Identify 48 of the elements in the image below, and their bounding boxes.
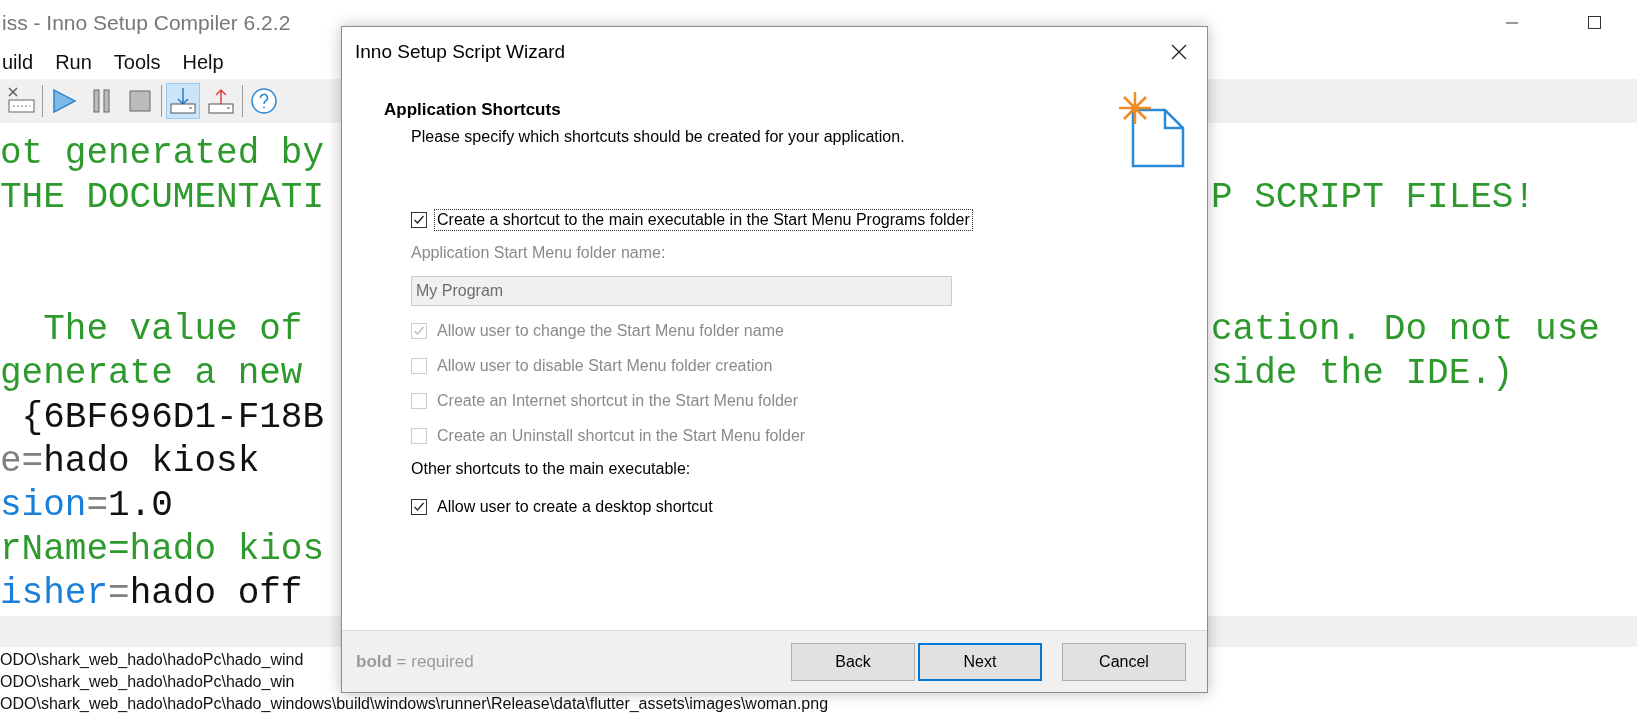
checkbox-label: Create an Uninstall shortcut in the Start Menu folder xyxy=(436,426,807,446)
page-heading: Application Shortcuts xyxy=(384,99,561,121)
checkbox-label: Allow user to disable Start Menu folder creation xyxy=(436,356,774,376)
toolbar-button[interactable] xyxy=(166,83,200,119)
checkbox[interactable] xyxy=(411,212,427,228)
field-label: Other shortcuts to the main executable: xyxy=(411,460,691,478)
code-line: ot generated by xyxy=(0,132,325,176)
code-line: The value of xyxy=(42,308,303,352)
menu-item[interactable]: Run xyxy=(53,50,94,74)
play-icon xyxy=(51,88,77,114)
code-line: THE DOCUMENTATI xyxy=(0,176,325,220)
checkbox[interactable] xyxy=(411,499,427,515)
upload-tray-icon xyxy=(207,87,235,115)
pause-icon xyxy=(92,88,112,114)
minimize-icon[interactable] xyxy=(1506,21,1518,24)
field-label: Application Start Menu folder name: xyxy=(411,244,666,262)
menu-item[interactable]: Help xyxy=(180,50,226,74)
checkbox-label: Allow user to create a desktop shortcut xyxy=(436,497,714,517)
dialog-button[interactable]: Back xyxy=(791,642,915,681)
code-line: sion=1.0 xyxy=(0,484,173,528)
window-title: iss - Inno Setup Compiler 6.2.2 xyxy=(1,10,291,35)
code-line: side the IDE.) xyxy=(1211,352,1514,396)
help-icon xyxy=(250,87,278,115)
dialog-button[interactable]: Next xyxy=(918,642,1042,681)
code-line: e=hado kiosk xyxy=(0,440,260,484)
code-line: generate a new xyxy=(0,352,303,396)
output-line: ODO\shark_web_hado\hadoPc\hado_windows\build\windows\runner\Release\data\flutter_assets\images\woman.png xyxy=(0,695,829,712)
menu-item[interactable]: Tools xyxy=(111,50,163,74)
menu-item[interactable]: uild xyxy=(0,50,36,74)
download-tray-icon xyxy=(169,87,197,115)
close-icon[interactable] xyxy=(1171,44,1187,60)
code-line: rName=hado kios xyxy=(0,528,325,572)
checkbox-label: Create a shortcut to the main executable in the Start Menu Programs folder xyxy=(434,209,973,231)
page-description: Please specify which shortcuts should be created for your application. xyxy=(411,127,905,147)
dialog-title: Inno Setup Script Wizard xyxy=(355,41,566,63)
stop-icon xyxy=(129,90,151,112)
dialog-button[interactable]: Cancel xyxy=(1062,642,1186,681)
checkbox-label: Create an Internet shortcut in the Start Menu folder xyxy=(436,391,800,411)
output-line: ODO\shark_web_hado\hadoPc\hado_win xyxy=(0,673,295,690)
checkbox-label: Allow user to change the Start Menu folder name xyxy=(436,321,785,341)
code-line: cation. Do not use xyxy=(1211,308,1600,352)
code-line: P SCRIPT FILES! xyxy=(1211,176,1536,220)
code-line: isher=hado off xyxy=(0,572,303,616)
output-line: ODO\shark_web_hado\hadoPc\hado_wind xyxy=(0,651,304,668)
maximize-icon[interactable] xyxy=(1588,16,1601,29)
code-line: {6BF696D1-F18B xyxy=(20,396,325,440)
legend-text: bold = required xyxy=(356,651,475,672)
compile-icon xyxy=(6,86,36,116)
